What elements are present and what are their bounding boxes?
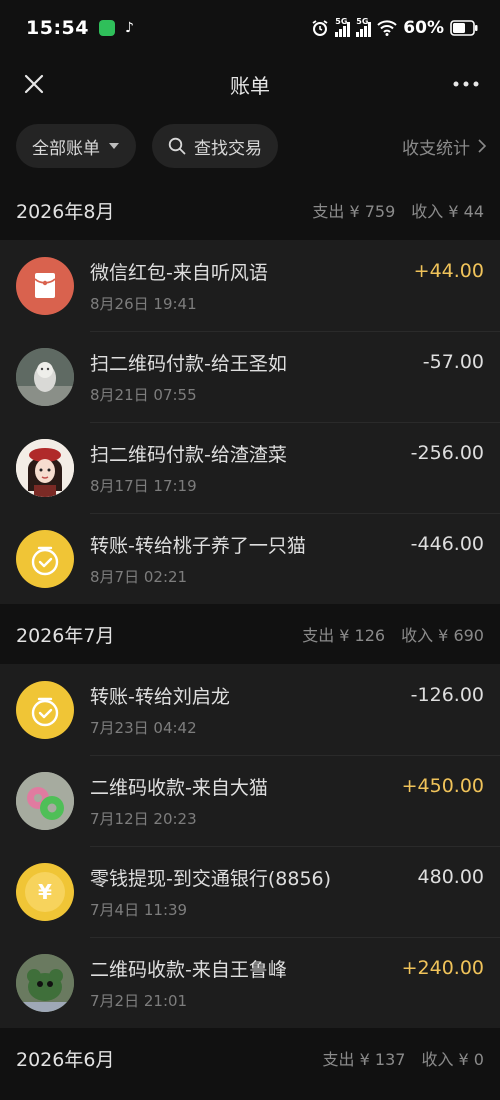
transaction-amount: +44.00 xyxy=(413,260,484,282)
signal-label-1: 5G xyxy=(335,17,348,26)
month-income: 收入 ¥ 44 xyxy=(411,202,484,221)
transaction-row[interactable]: 二维码收款-来自王鲁峰 7月2日 21:01 +240.00 xyxy=(0,937,500,1028)
page-title: 账单 xyxy=(230,73,270,98)
user-avatar xyxy=(16,438,74,497)
transfer-icon xyxy=(16,680,74,739)
month-title: 2026年7月 xyxy=(16,624,115,647)
transaction-row[interactable]: 微信红包-来自听风语 8月26日 19:41 +44.00 xyxy=(0,240,500,331)
transfer-icon xyxy=(16,529,74,588)
transaction-date: 8月26日 19:41 xyxy=(90,294,197,313)
close-button[interactable] xyxy=(18,68,50,100)
transaction-date: 7月23日 04:42 xyxy=(90,718,197,737)
transaction-amount: 480.00 xyxy=(417,866,484,888)
month-header-august: 2026年8月 支出 ¥ 759 收入 ¥ 44 xyxy=(0,180,500,240)
transaction-row[interactable]: 二维码收款-来自大猫 7月12日 20:23 +450.00 xyxy=(0,755,500,846)
user-avatar xyxy=(16,347,74,406)
month-header-june: 2026年6月 支出 ¥ 137 收入 ¥ 0 xyxy=(0,1028,500,1088)
transaction-date: 8月21日 07:55 xyxy=(90,385,197,404)
month-title: 2026年8月 xyxy=(16,200,115,223)
status-bar: 15:54 ♪ 5G 5G 60% xyxy=(0,0,500,56)
search-transactions-button[interactable]: 查找交易 xyxy=(152,124,278,168)
user-avatar xyxy=(16,771,74,830)
month-title: 2026年6月 xyxy=(16,1048,115,1071)
stats-label: 收支统计 xyxy=(402,138,470,159)
transaction-amount: +240.00 xyxy=(401,957,484,979)
battery-percent: 60% xyxy=(403,18,444,38)
nav-bar: 账单 xyxy=(0,56,500,112)
month-expense: 支出 ¥ 137 xyxy=(322,1050,406,1069)
svg-text:¥: ¥ xyxy=(38,880,52,904)
transaction-row[interactable]: 转账-转给桃子养了一只猫 8月7日 02:21 -446.00 xyxy=(0,513,500,604)
status-time: 15:54 xyxy=(26,17,89,39)
more-icon xyxy=(453,81,479,87)
signal-icon-2: 5G xyxy=(356,17,372,37)
transaction-amount: -126.00 xyxy=(410,684,484,706)
filter-bar: 全部账单 查找交易 收支统计 xyxy=(0,112,500,180)
signal-icon-1: 5G xyxy=(335,17,351,37)
battery-icon xyxy=(450,20,478,36)
red-packet-icon xyxy=(16,256,74,315)
close-icon xyxy=(24,74,44,94)
transaction-list-august: 微信红包-来自听风语 8月26日 19:41 +44.00 扫二维码付款-给王圣… xyxy=(0,240,500,604)
tiktok-app-icon: ♪ xyxy=(124,20,134,36)
month-header-july: 2026年7月 支出 ¥ 126 收入 ¥ 690 xyxy=(0,604,500,664)
transaction-amount: +450.00 xyxy=(401,775,484,797)
search-icon xyxy=(168,137,186,155)
wechat-app-icon xyxy=(98,20,115,36)
month-summary: 支出 ¥ 759 收入 ¥ 44 xyxy=(312,198,484,222)
transaction-row[interactable]: ¥ 零钱提现-到交通银行(8856) 7月4日 11:39 480.00 xyxy=(0,846,500,937)
month-expense: 支出 ¥ 126 xyxy=(302,626,386,645)
transaction-row[interactable]: 扫二维码付款-给渣渣菜 8月17日 17:19 -256.00 xyxy=(0,422,500,513)
chevron-right-icon xyxy=(478,139,486,153)
transaction-date: 7月4日 11:39 xyxy=(90,900,188,919)
transaction-date: 7月2日 21:01 xyxy=(90,991,188,1010)
month-summary: 支出 ¥ 126 收入 ¥ 690 xyxy=(302,622,484,646)
wifi-icon xyxy=(377,20,397,36)
search-label: 查找交易 xyxy=(194,138,262,159)
more-button[interactable] xyxy=(450,68,482,100)
yuan-coin-icon: ¥ xyxy=(16,862,74,921)
month-income: 收入 ¥ 0 xyxy=(421,1050,484,1069)
transaction-row[interactable]: 扫二维码付款-给王圣如 8月21日 07:55 -57.00 xyxy=(0,331,500,422)
month-expense: 支出 ¥ 759 xyxy=(312,202,396,221)
user-avatar xyxy=(16,953,74,1012)
all-bills-label: 全部账单 xyxy=(32,138,100,159)
signal-label-2: 5G xyxy=(356,17,369,26)
transaction-date: 8月17日 17:19 xyxy=(90,476,197,495)
transaction-date: 8月7日 02:21 xyxy=(90,567,188,586)
caret-down-icon xyxy=(109,143,119,149)
transaction-amount: -57.00 xyxy=(422,351,484,373)
month-summary: 支出 ¥ 137 收入 ¥ 0 xyxy=(323,1046,484,1070)
month-income: 收入 ¥ 690 xyxy=(401,626,484,645)
all-bills-dropdown[interactable]: 全部账单 xyxy=(16,124,136,168)
transaction-list-july: 转账-转给刘启龙 7月23日 04:42 -126.00 二维码收款-来自大猫 … xyxy=(0,664,500,1028)
alarm-icon xyxy=(312,20,328,36)
transaction-row[interactable]: 转账-转给刘启龙 7月23日 04:42 -126.00 xyxy=(0,664,500,755)
transaction-amount: -256.00 xyxy=(410,442,484,464)
transaction-amount: -446.00 xyxy=(410,533,484,555)
income-expense-stats-link[interactable]: 收支统计 xyxy=(402,112,486,180)
transaction-date: 7月12日 20:23 xyxy=(90,809,197,828)
